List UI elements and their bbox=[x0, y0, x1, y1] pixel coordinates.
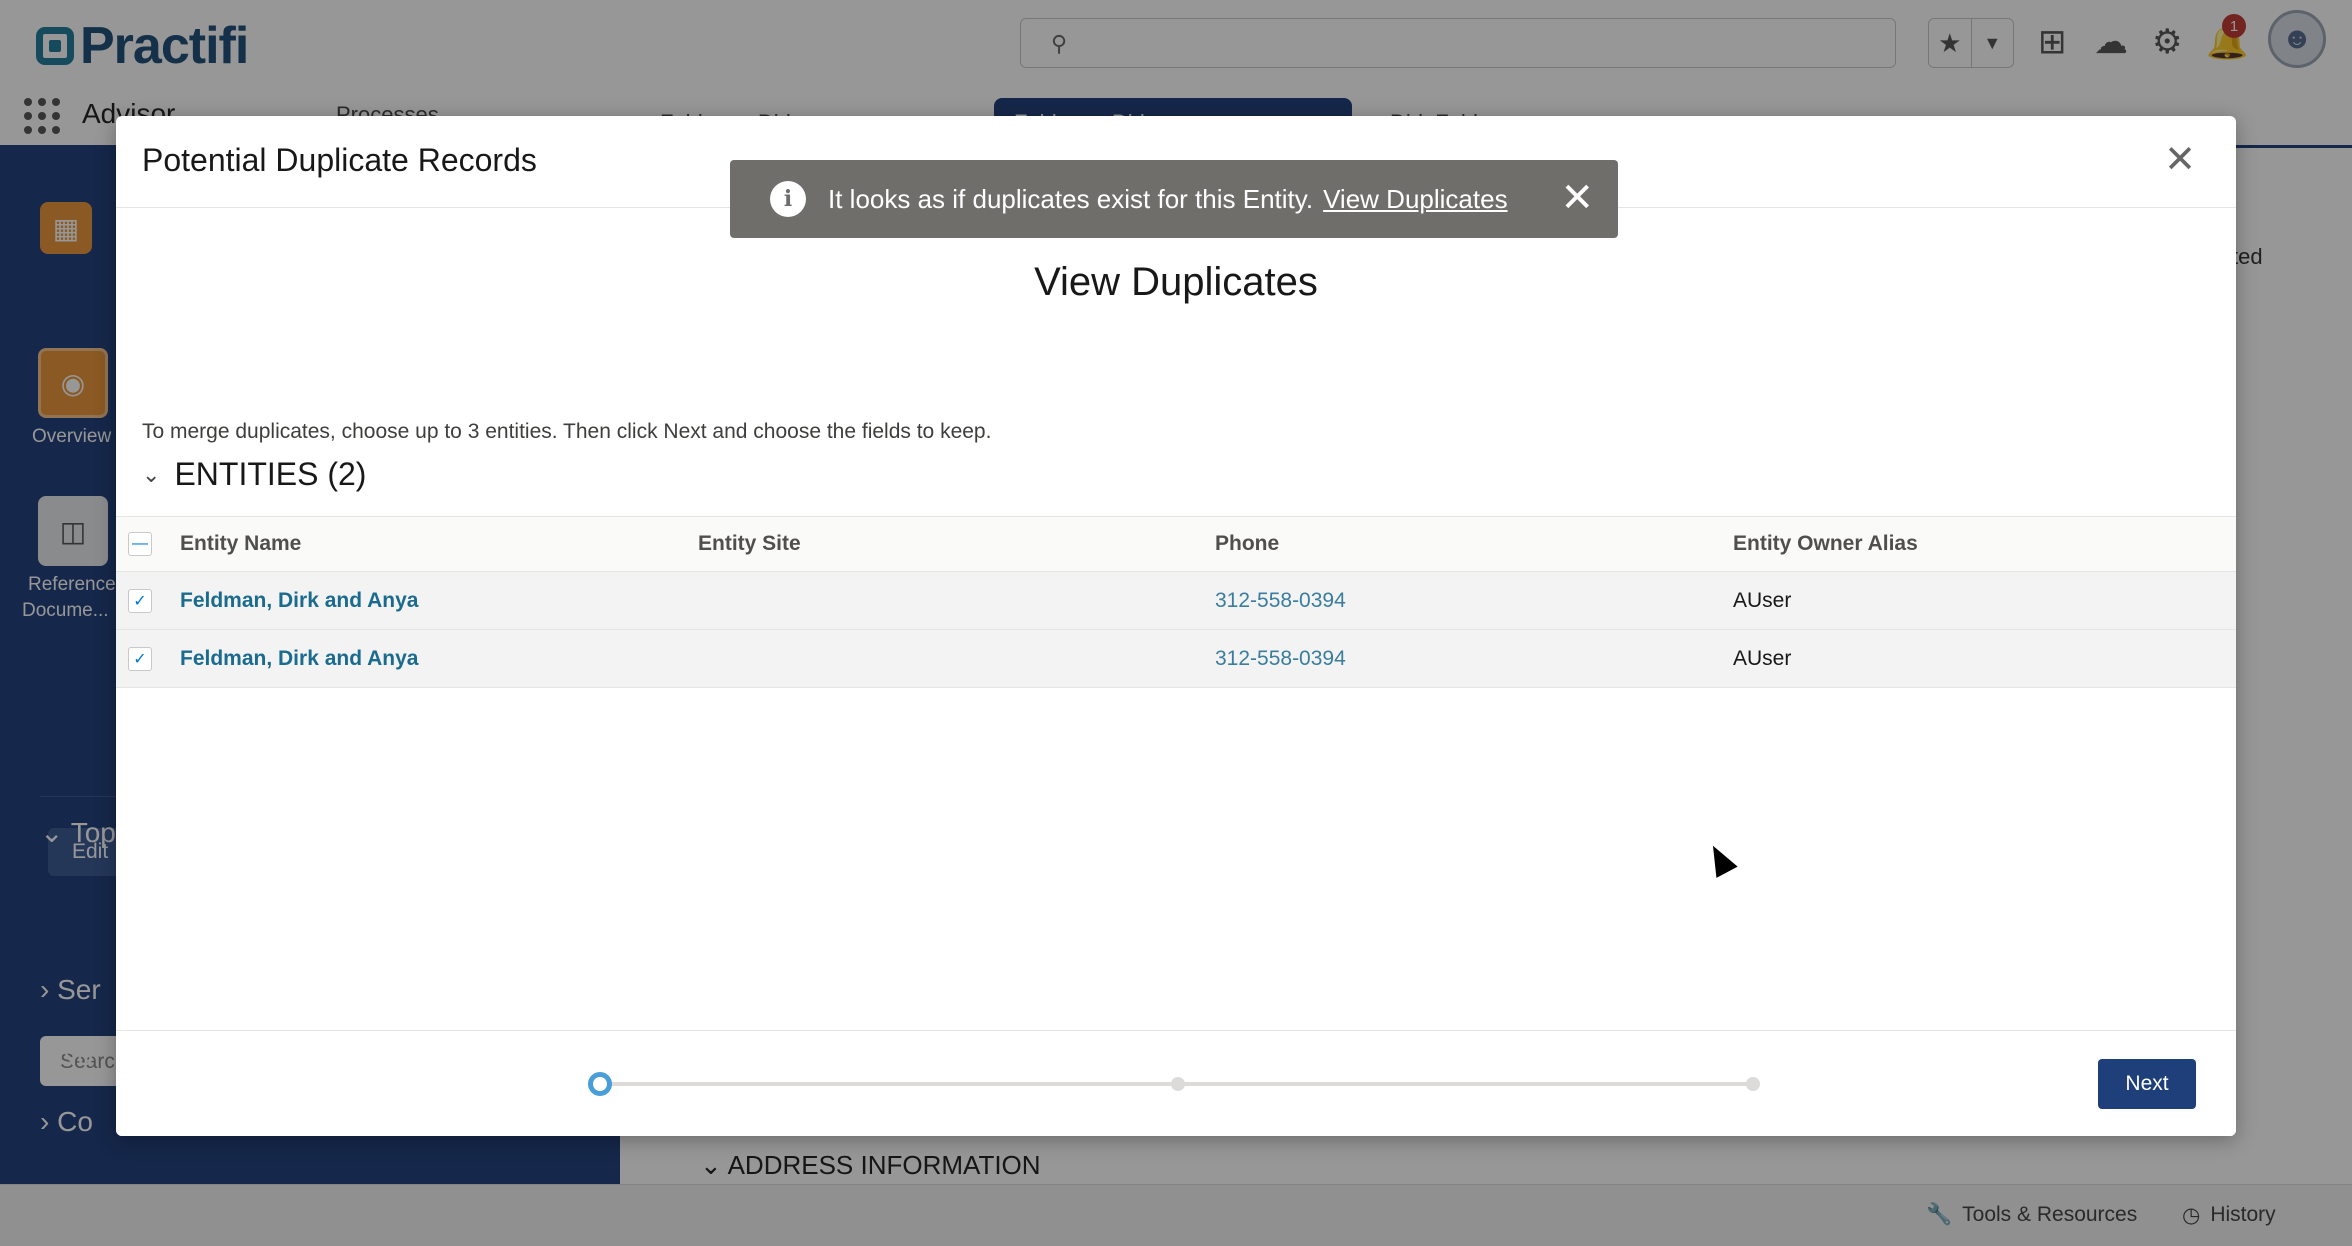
table-row: ✓ Feldman, Dirk and Anya 312-558-0394 AU… bbox=[116, 572, 2236, 630]
view-duplicates-heading: View Duplicates bbox=[1034, 260, 1318, 304]
owner-alias-value: AUser bbox=[1733, 646, 1792, 670]
row-checkbox[interactable]: ✓ bbox=[128, 646, 152, 671]
column-owner-alias[interactable]: Entity Owner Alias bbox=[1733, 517, 1918, 571]
progress-step-2 bbox=[1171, 1077, 1185, 1091]
column-phone[interactable]: Phone bbox=[1215, 517, 1279, 571]
duplicate-records-modal: Potential Duplicate Records ✕ i It looks… bbox=[116, 116, 2236, 1136]
toast-close-icon[interactable]: ✕ bbox=[1560, 176, 1594, 220]
close-icon[interactable]: ✕ bbox=[2164, 140, 2196, 180]
entities-section-toggle[interactable]: ⌄ ENTITIES (2) bbox=[142, 456, 366, 493]
chevron-down-icon: ⌄ bbox=[142, 461, 161, 487]
phone-link[interactable]: 312-558-0394 bbox=[1215, 572, 1346, 629]
entity-name-link[interactable]: Feldman, Dirk and Anya bbox=[180, 572, 418, 629]
row-checkbox[interactable]: ✓ bbox=[128, 588, 152, 613]
duplicate-toast: i It looks as if duplicates exist for th… bbox=[730, 160, 1618, 238]
view-duplicates-link[interactable]: View Duplicates bbox=[1323, 184, 1508, 215]
owner-alias-value: AUser bbox=[1733, 588, 1792, 612]
entity-name-link[interactable]: Feldman, Dirk and Anya bbox=[180, 630, 418, 687]
modal-title: Potential Duplicate Records bbox=[142, 142, 537, 178]
progress-step-1 bbox=[588, 1072, 612, 1096]
column-entity-site[interactable]: Entity Site bbox=[698, 517, 801, 571]
next-button[interactable]: Next bbox=[2098, 1059, 2196, 1109]
select-all-checkbox[interactable]: — bbox=[128, 532, 152, 556]
merge-instructions: To merge duplicates, choose up to 3 enti… bbox=[142, 420, 992, 443]
progress-step-3 bbox=[1746, 1077, 1760, 1091]
toast-message: It looks as if duplicates exist for this… bbox=[828, 183, 1314, 214]
table-row: ✓ Feldman, Dirk and Anya 312-558-0394 AU… bbox=[116, 630, 2236, 688]
phone-link[interactable]: 312-558-0394 bbox=[1215, 630, 1346, 687]
entities-table: — Entity Name Entity Site Phone Entity O… bbox=[116, 516, 2236, 688]
entities-section-title: ENTITIES (2) bbox=[174, 456, 367, 492]
modal-footer: Next bbox=[116, 1030, 2236, 1136]
info-icon: i bbox=[770, 181, 806, 217]
column-entity-name[interactable]: Entity Name bbox=[180, 517, 301, 571]
table-header-row: — Entity Name Entity Site Phone Entity O… bbox=[116, 516, 2236, 572]
